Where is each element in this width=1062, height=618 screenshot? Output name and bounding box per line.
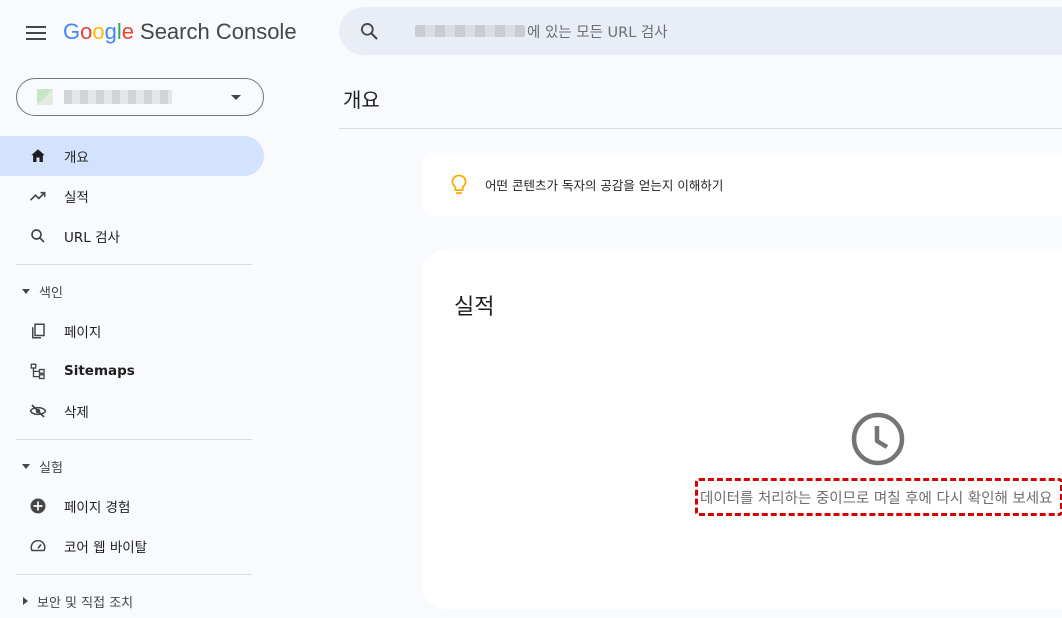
search-placeholder: 에 있는 모든 URL 검사 <box>527 24 668 41</box>
sidebar-item-sitemaps[interactable]: Sitemaps <box>0 351 264 391</box>
chevron-right-icon <box>23 597 28 605</box>
tip-text: 어떤 콘텐츠가 독자의 공감을 얻는지 이해하기 <box>485 178 724 193</box>
sidebar-divider <box>16 439 252 440</box>
dropdown-arrow-icon <box>231 95 241 100</box>
sidebar-item-core-web-vitals[interactable]: 코어 웹 바이탈 <box>0 526 264 566</box>
redacted-property-name <box>64 90 172 104</box>
sidebar-item-overview[interactable]: 개요 <box>0 136 264 176</box>
url-inspection-search-bar[interactable]: 에 있는 모든 URL 검사 <box>339 7 1062 55</box>
property-favicon <box>37 89 53 105</box>
search-icon <box>361 23 378 40</box>
home-icon <box>28 146 48 166</box>
section-experience[interactable]: 실험 <box>22 456 63 476</box>
sidebar-item-pages[interactable]: 페이지 <box>0 311 264 351</box>
trending-up-icon <box>28 186 48 206</box>
hamburger-menu-icon[interactable] <box>22 21 50 45</box>
pages-icon <box>28 321 48 341</box>
sitemap-icon <box>28 361 48 381</box>
insights-tip-card[interactable]: 어떤 콘텐츠가 독자의 공감을 얻는지 이해하기 <box>422 153 1062 216</box>
processing-status-text: 데이터를 처리하는 중이므로 며칠 후에 다시 확인해 보세요 <box>700 490 1053 507</box>
sidebar-divider <box>16 574 252 575</box>
search-icon <box>28 226 48 246</box>
page-title: 개요 <box>343 88 380 112</box>
chevron-down-icon <box>22 288 30 294</box>
clock-icon <box>851 412 905 466</box>
eye-off-icon <box>28 401 48 421</box>
performance-card: 실적 데이터를 처리하는 중이므로 며칠 후에 다시 확인해 보세요 <box>422 249 1062 609</box>
sidebar-item-url-inspection[interactable]: URL 검사 <box>0 216 264 256</box>
lightbulb-icon <box>451 174 467 194</box>
property-selector[interactable] <box>16 78 264 116</box>
sidebar-item-removals[interactable]: 삭제 <box>0 391 264 431</box>
search-console-logo[interactable]: Google Search Console <box>63 19 297 45</box>
sidebar-item-performance[interactable]: 실적 <box>0 176 264 216</box>
plus-circle-icon <box>28 496 48 516</box>
redacted-domain <box>415 25 525 37</box>
sidebar-divider <box>16 264 252 265</box>
search-console-app: Google Search Console 에 있는 모든 URL 검사 개요 실… <box>0 0 1062 618</box>
performance-title: 실적 <box>454 295 495 320</box>
processing-status-message: 데이터를 처리하는 중이므로 며칠 후에 다시 확인해 보세요 <box>695 478 1062 516</box>
sidebar-item-page-experience[interactable]: 페이지 경험 <box>0 486 264 526</box>
chevron-down-icon <box>22 463 30 469</box>
speedometer-icon <box>28 536 48 556</box>
section-security-manual-actions[interactable]: 보안 및 직접 조치 <box>22 591 133 611</box>
section-indexing[interactable]: 색인 <box>22 281 63 301</box>
main-divider <box>339 128 1062 129</box>
